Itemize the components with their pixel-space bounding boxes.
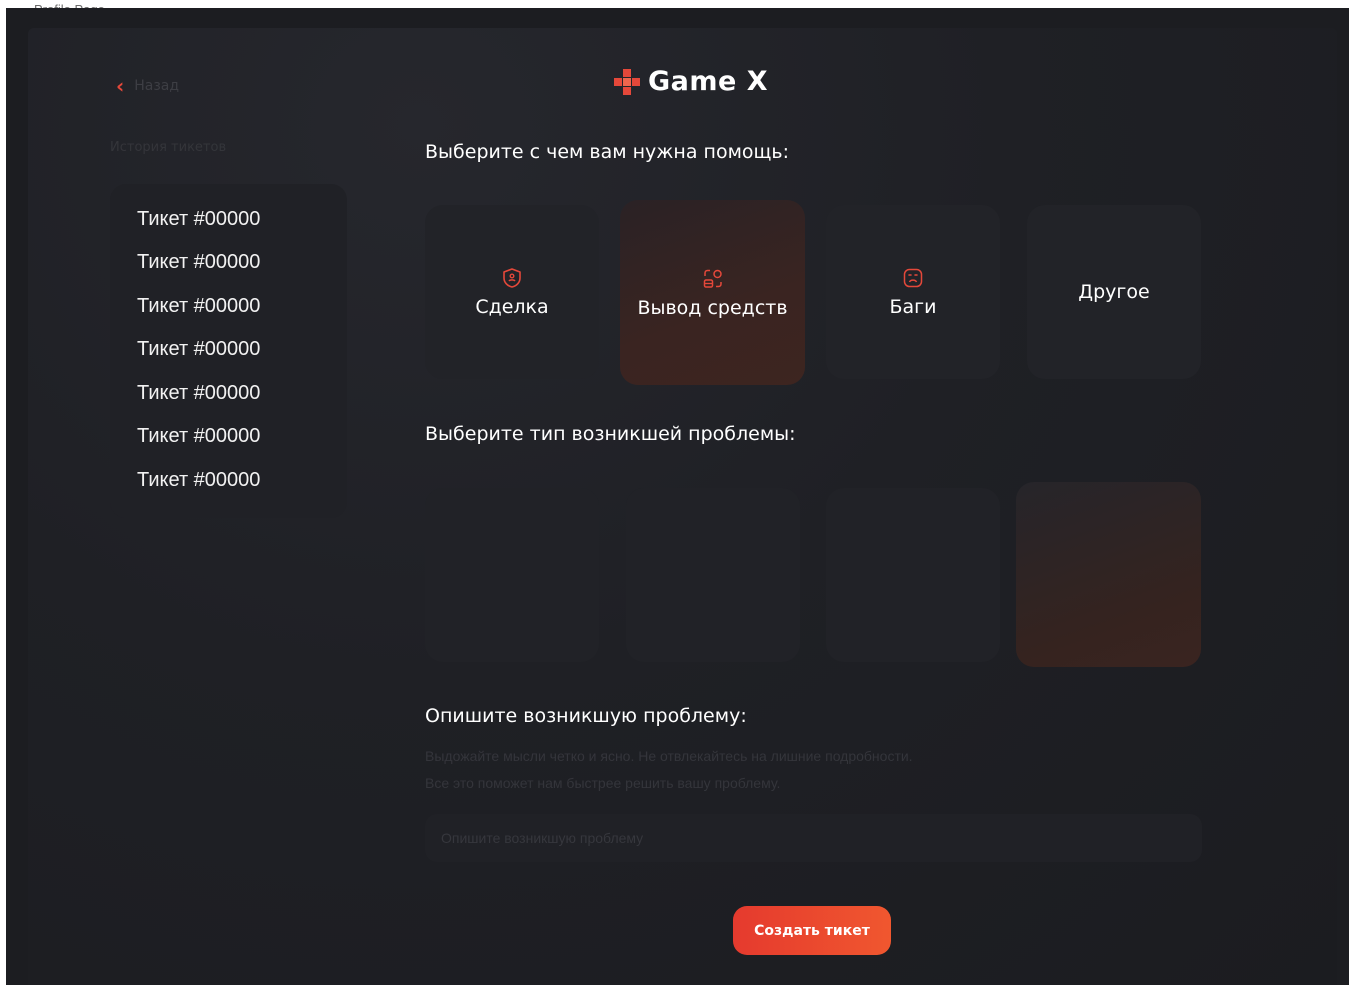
ticket-item[interactable]: Тикет #00000: [137, 338, 260, 361]
option-bugs-label: Баги: [889, 296, 937, 318]
option-deal-label: Сделка: [475, 296, 549, 318]
problem-type-option[interactable]: [1016, 482, 1201, 667]
chevron-left-icon: ‹: [116, 74, 125, 98]
withdraw-icon: [703, 269, 722, 288]
logo-text: Game X: [648, 66, 769, 97]
problem-type-option[interactable]: [425, 488, 599, 662]
option-withdraw-label: Вывод средств: [637, 296, 788, 319]
option-bugs[interactable]: Баги: [826, 205, 1000, 379]
ticket-item[interactable]: Тикет #00000: [137, 251, 260, 274]
ticket-item[interactable]: Тикет #00000: [137, 425, 260, 448]
problem-type-option[interactable]: [826, 488, 1000, 662]
ticket-history-list: Тикет #00000 Тикет #00000 Тикет #00000 Т…: [110, 184, 347, 518]
ticket-item[interactable]: Тикет #00000: [137, 469, 260, 492]
back-label: Назад: [134, 78, 180, 94]
problem-type-title: Выберите тип возникшей проблемы:: [425, 423, 796, 445]
problem-description-input[interactable]: [425, 814, 1202, 862]
ticket-item[interactable]: Тикет #00000: [137, 208, 260, 231]
ticket-item[interactable]: Тикет #00000: [137, 295, 260, 318]
logo: Game X: [612, 66, 768, 97]
shield-icon: [503, 268, 521, 288]
describe-title: Опишите возникшую проблему:: [425, 705, 747, 727]
help-category-title: Выберите с чем вам нужна помощь:: [425, 141, 790, 163]
option-other-label: Другое: [1078, 281, 1150, 303]
option-deal[interactable]: Сделка: [425, 205, 599, 379]
describe-hint-2: Все это поможет нам быстрее решить вашу …: [425, 775, 781, 791]
option-other[interactable]: Другое: [1027, 205, 1201, 379]
back-button[interactable]: ‹ Назад: [116, 76, 179, 96]
describe-hint-1: Выдожайте мысли четко и ясно. Не отвлека…: [425, 748, 913, 764]
bug-face-icon: [903, 268, 923, 288]
option-withdraw[interactable]: Вывод средств: [620, 200, 805, 385]
page-frame: ‹ Назад История тикетов Тикет #00000 Тик…: [6, 8, 1349, 985]
create-ticket-button[interactable]: Создать тикет: [733, 906, 891, 955]
problem-type-option[interactable]: [626, 488, 800, 662]
ticket-history-title: История тикетов: [110, 140, 227, 155]
ticket-item[interactable]: Тикет #00000: [137, 382, 260, 405]
gamepad-cross-icon: [614, 68, 640, 95]
